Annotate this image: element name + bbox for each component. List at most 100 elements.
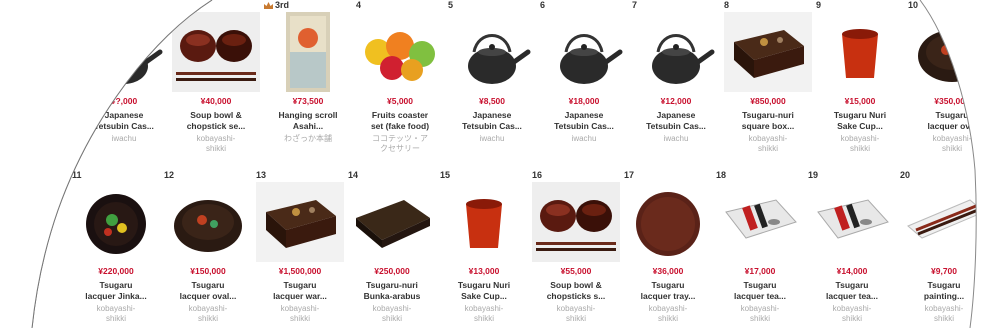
product-card[interactable]: 5 ¥8,500 Japanese Tetsubin Cas... iwachu [448, 0, 538, 160]
shop-name[interactable]: kobayashi-shikki [816, 134, 904, 154]
lacquer-oval-icon [918, 30, 981, 82]
product-image[interactable] [356, 12, 444, 92]
shop-name[interactable]: kobayashi-shikki [808, 304, 896, 324]
product-card[interactable]: 13 ¥1,500,000 Tsugaru lacquer war... kobaya… [256, 170, 346, 328]
product-card[interactable]: 20 ¥9,700 Tsugaru painting... kobayashi-shi… [900, 170, 981, 328]
shop-name[interactable]: kobayashi-shikki [908, 134, 981, 154]
shop-name[interactable]: わざっか本舗 [264, 134, 352, 144]
shop-name[interactable]: iwachu [80, 134, 168, 144]
product-image[interactable] [264, 12, 352, 92]
shop-name[interactable]: ココテッツ・ア クセサリー [356, 134, 444, 154]
product-image[interactable] [80, 12, 168, 92]
shop-name[interactable]: kobayashi-shikki [172, 134, 260, 154]
product-card[interactable]: 2nd ¥40,000 Soup bowl & chopstick se... kob… [172, 0, 262, 160]
crown-icon [264, 1, 273, 9]
product-name[interactable]: Tsugaru painting... [900, 280, 981, 302]
product-card[interactable]: 6 ¥18,000 Japanese Tetsubin Cas... iwachu [540, 0, 630, 160]
shop-name[interactable]: kobayashi-shikki [72, 304, 160, 324]
product-name[interactable]: Tsugaru lacquer tea... [808, 280, 896, 302]
product-card[interactable]: 11 ¥220,000 Tsugaru lacquer Jinka... kobaya… [72, 170, 162, 328]
shop-name[interactable]: iwachu [540, 134, 628, 144]
shop-name[interactable]: iwachu [448, 134, 536, 144]
product-card[interactable]: 4 ¥5,000 Fruits coaster set (fake food) ココテ… [356, 0, 446, 160]
product-card[interactable]: 17 ¥36,000 Tsugaru lacquer tray... kobayash… [624, 170, 714, 328]
product-name[interactable]: Tsugaru lacquer tray... [624, 280, 712, 302]
product-name[interactable]: Hanging scroll Asahi... [264, 110, 352, 132]
rank-label: 10 [908, 0, 919, 10]
shop-name[interactable]: kobayashi-shikki [624, 304, 712, 324]
product-card[interactable]: 8 ¥850,000 Tsugaru-nuri square box... kobay… [724, 0, 814, 160]
product-price: ¥5,000 [387, 96, 413, 106]
product-card[interactable]: 18 ¥17,000 Tsugaru lacquer tea... kobayashi… [716, 170, 806, 328]
product-card[interactable]: 3rd ¥73,500 Hanging scroll Asahi... わざっか本舗 [264, 0, 354, 160]
shop-name[interactable]: kobayashi-shikki [164, 304, 252, 324]
product-card[interactable]: ¥?,000 Japanese Tetsubin Cas... iwachu [80, 0, 170, 160]
shop-name[interactable]: kobayashi-shikki [724, 134, 812, 154]
shop-name[interactable]: kobayashi-shikki [532, 304, 620, 324]
product-price: ¥17,000 [744, 266, 776, 276]
product-image[interactable] [256, 182, 344, 262]
product-name[interactable]: Tsugaru lacquer Jinka... [72, 280, 160, 302]
product-image[interactable] [172, 12, 260, 92]
product-image[interactable] [724, 12, 812, 92]
product-price: ¥1,500,000 [278, 266, 322, 276]
shop-name[interactable]: iwachu [632, 134, 720, 144]
product-name[interactable]: Japanese Tetsubin Cas... [448, 110, 536, 132]
product-name[interactable]: Tsugaru lacquer oval... [164, 280, 252, 302]
product-name[interactable]: Tsugaru Nuri Sake Cup... [816, 110, 904, 132]
shop-name[interactable]: kobayashi-shikki [900, 304, 981, 324]
lacquer-tray-icon [356, 200, 430, 248]
tea-set-icon [817, 199, 889, 239]
product-name[interactable]: Japanese Tetsubin Cas... [632, 110, 720, 132]
product-image[interactable] [816, 12, 904, 92]
shop-name[interactable]: kobayashi-shikki [716, 304, 804, 324]
rank-label: 2nd [172, 0, 199, 10]
product-name[interactable]: Tsugaru Nuri Sake Cup... [440, 280, 528, 302]
product-price: ¥13,000 [468, 266, 500, 276]
product-name[interactable]: Tsugaru lacquer war... [256, 280, 344, 302]
product-image[interactable] [908, 12, 981, 92]
product-image[interactable] [348, 182, 436, 262]
product-card[interactable]: 12 ¥150,000 Tsugaru lacquer oval... kobayas… [164, 170, 254, 328]
product-card[interactable]: 7 ¥12,000 Japanese Tetsubin Cas... iwachu [632, 0, 722, 160]
product-card[interactable]: 15 ¥13,000 Tsugaru Nuri Sake Cup... kobayas… [440, 170, 530, 328]
fruits-icon [365, 32, 435, 81]
product-name[interactable]: Tsugaru lacquer ov... [908, 110, 981, 132]
product-image[interactable] [532, 182, 620, 262]
shop-name[interactable]: kobayashi-shikki [440, 304, 528, 324]
product-price: ¥150,000 [190, 266, 226, 276]
product-price: ¥73,500 [292, 96, 324, 106]
product-name[interactable]: Soup bowl & chopsticks s... [532, 280, 620, 302]
product-name[interactable]: Japanese Tetsubin Cas... [80, 110, 168, 132]
product-name[interactable]: Tsugaru-nuri Bunka-arabus [348, 280, 436, 302]
product-name[interactable]: Tsugaru-nuri square box... [724, 110, 812, 132]
lacquer-box-icon [724, 12, 812, 92]
product-image[interactable] [164, 182, 252, 262]
product-image[interactable] [900, 182, 981, 262]
product-price: ¥55,000 [560, 266, 592, 276]
shop-name[interactable]: kobayashi-shikki [348, 304, 436, 324]
product-image[interactable] [440, 182, 528, 262]
sake-cup-icon [842, 29, 878, 78]
product-image[interactable] [448, 12, 536, 92]
shop-name[interactable]: kobayashi-shikki [256, 304, 344, 324]
product-card[interactable]: 16 ¥55,000 Soup bowl & chopsticks s... koba… [532, 170, 622, 328]
tetsubin-icon [468, 34, 531, 84]
lacquer-box-icon [256, 182, 344, 262]
product-card[interactable]: 14 ¥250,000 Tsugaru-nuri Bunka-arabus kobay… [348, 170, 438, 328]
product-name[interactable]: Soup bowl & chopstick se... [172, 110, 260, 132]
product-name[interactable]: Fruits coaster set (fake food) [356, 110, 444, 132]
product-name[interactable]: Tsugaru lacquer tea... [716, 280, 804, 302]
tea-set-icon [725, 199, 797, 239]
product-card[interactable]: 10 ¥350,000 Tsugaru lacquer ov... kobayashi… [908, 0, 981, 160]
product-image[interactable] [624, 182, 712, 262]
product-card[interactable]: 9 ¥15,000 Tsugaru Nuri Sake Cup... kobayash… [816, 0, 906, 160]
product-name[interactable]: Japanese Tetsubin Cas... [540, 110, 628, 132]
product-image[interactable] [632, 12, 720, 92]
rank-label: 14 [348, 170, 359, 180]
product-image[interactable] [716, 182, 804, 262]
product-image[interactable] [72, 182, 160, 262]
product-image[interactable] [540, 12, 628, 92]
product-card[interactable]: 19 ¥14,000 Tsugaru lacquer tea... kobayashi… [808, 170, 898, 328]
product-image[interactable] [808, 182, 896, 262]
